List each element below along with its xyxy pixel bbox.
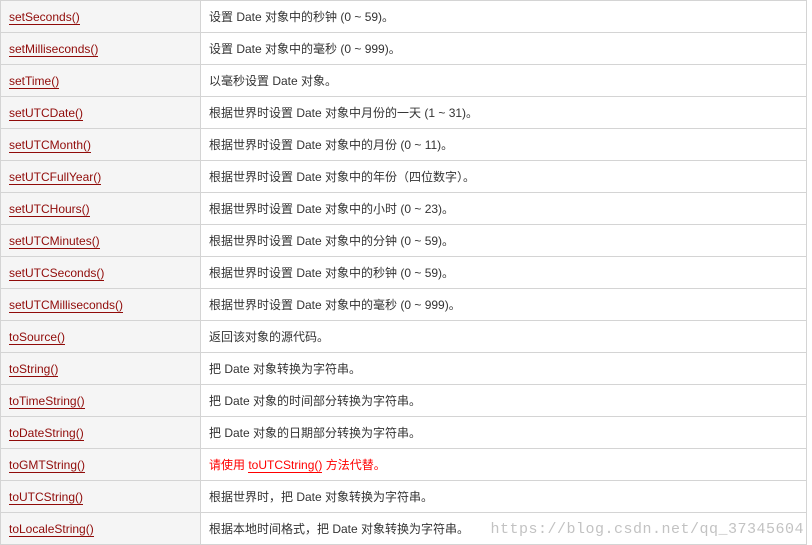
- method-link[interactable]: toString(): [9, 362, 58, 377]
- method-cell: toDateString(): [1, 417, 201, 449]
- description-text: 返回该对象的源代码。: [209, 330, 329, 344]
- description-cell: 以毫秒设置 Date 对象。: [201, 65, 807, 97]
- description-cell: 设置 Date 对象中的毫秒 (0 ~ 999)。: [201, 33, 807, 65]
- description-cell: 请使用 toUTCString() 方法代替。: [201, 449, 807, 481]
- description-text: 设置 Date 对象中的毫秒 (0 ~ 999)。: [209, 42, 401, 56]
- description-cell: 把 Date 对象转换为字符串。: [201, 353, 807, 385]
- table-row: toGMTString() 请使用 toUTCString() 方法代替。: [1, 449, 807, 481]
- description-cell: 根据世界时设置 Date 对象中的分钟 (0 ~ 59)。: [201, 225, 807, 257]
- method-cell: setTime(): [1, 65, 201, 97]
- method-cell: toGMTString(): [1, 449, 201, 481]
- table-row: toDateString() 把 Date 对象的日期部分转换为字符串。: [1, 417, 807, 449]
- method-link[interactable]: toTimeString(): [9, 394, 85, 409]
- method-link[interactable]: setUTCMinutes(): [9, 234, 100, 249]
- method-cell: setUTCMinutes(): [1, 225, 201, 257]
- deprecated-replacement-link[interactable]: toUTCString(): [248, 458, 322, 473]
- table-row: setUTCMonth() 根据世界时设置 Date 对象中的月份 (0 ~ 11…: [1, 129, 807, 161]
- method-link[interactable]: setTime(): [9, 74, 59, 89]
- table-row: toTimeString() 把 Date 对象的时间部分转换为字符串。: [1, 385, 807, 417]
- method-link[interactable]: toSource(): [9, 330, 65, 345]
- method-cell: toUTCString(): [1, 481, 201, 513]
- method-link[interactable]: toDateString(): [9, 426, 84, 441]
- description-text: 根据世界时，把 Date 对象转换为字符串。: [209, 490, 433, 504]
- description-cell: 根据世界时设置 Date 对象中的秒钟 (0 ~ 59)。: [201, 257, 807, 289]
- description-cell: 根据世界时设置 Date 对象中月份的一天 (1 ~ 31)。: [201, 97, 807, 129]
- description-text: 根据世界时设置 Date 对象中的毫秒 (0 ~ 999)。: [209, 298, 461, 312]
- method-cell: toLocaleString(): [1, 513, 201, 545]
- table-row: setUTCMilliseconds() 根据世界时设置 Date 对象中的毫秒 …: [1, 289, 807, 321]
- table-row: toSource() 返回该对象的源代码。: [1, 321, 807, 353]
- description-text: 根据本地时间格式，把 Date 对象转换为字符串。: [209, 522, 469, 536]
- table-row: setUTCSeconds() 根据世界时设置 Date 对象中的秒钟 (0 ~ …: [1, 257, 807, 289]
- description-text: 根据世界时设置 Date 对象中的小时 (0 ~ 23)。: [209, 202, 454, 216]
- method-cell: setUTCMonth(): [1, 129, 201, 161]
- table-row: toString() 把 Date 对象转换为字符串。: [1, 353, 807, 385]
- method-cell: setUTCSeconds(): [1, 257, 201, 289]
- table-row: setMilliseconds() 设置 Date 对象中的毫秒 (0 ~ 999…: [1, 33, 807, 65]
- description-text: 以毫秒设置 Date 对象。: [209, 74, 337, 88]
- description-text: 设置 Date 对象中的秒钟 (0 ~ 59)。: [209, 10, 394, 24]
- method-cell: toSource(): [1, 321, 201, 353]
- method-link[interactable]: setSeconds(): [9, 10, 80, 25]
- method-cell: toTimeString(): [1, 385, 201, 417]
- method-cell: setUTCDate(): [1, 97, 201, 129]
- method-cell: setUTCHours(): [1, 193, 201, 225]
- description-cell: 根据世界时设置 Date 对象中的年份（四位数字）。: [201, 161, 807, 193]
- method-link[interactable]: toGMTString(): [9, 458, 85, 473]
- method-link[interactable]: setUTCMonth(): [9, 138, 91, 153]
- description-cell: 根据本地时间格式，把 Date 对象转换为字符串。: [201, 513, 807, 545]
- table-row: toUTCString() 根据世界时，把 Date 对象转换为字符串。: [1, 481, 807, 513]
- description-cell: 根据世界时设置 Date 对象中的小时 (0 ~ 23)。: [201, 193, 807, 225]
- method-cell: setMilliseconds(): [1, 33, 201, 65]
- description-cell: 根据世界时，把 Date 对象转换为字符串。: [201, 481, 807, 513]
- table-row: setUTCMinutes() 根据世界时设置 Date 对象中的分钟 (0 ~ …: [1, 225, 807, 257]
- description-text: 根据世界时设置 Date 对象中的秒钟 (0 ~ 59)。: [209, 266, 454, 280]
- description-text: 根据世界时设置 Date 对象中的分钟 (0 ~ 59)。: [209, 234, 454, 248]
- method-link[interactable]: setUTCSeconds(): [9, 266, 104, 281]
- description-cell: 把 Date 对象的日期部分转换为字符串。: [201, 417, 807, 449]
- table-row: toLocaleString() 根据本地时间格式，把 Date 对象转换为字符串…: [1, 513, 807, 545]
- deprecated-note: 请使用 toUTCString() 方法代替。: [209, 458, 386, 473]
- method-cell: setUTCFullYear(): [1, 161, 201, 193]
- method-link[interactable]: setUTCHours(): [9, 202, 90, 217]
- description-text: 根据世界时设置 Date 对象中的年份（四位数字）。: [209, 170, 475, 184]
- table-row: setUTCHours() 根据世界时设置 Date 对象中的小时 (0 ~ 23…: [1, 193, 807, 225]
- method-link[interactable]: setUTCFullYear(): [9, 170, 101, 185]
- date-methods-table: setSeconds() 设置 Date 对象中的秒钟 (0 ~ 59)。 setM…: [0, 0, 807, 545]
- description-text: 把 Date 对象转换为字符串。: [209, 362, 361, 376]
- description-text: 把 Date 对象的时间部分转换为字符串。: [209, 394, 421, 408]
- description-cell: 根据世界时设置 Date 对象中的毫秒 (0 ~ 999)。: [201, 289, 807, 321]
- description-text: 根据世界时设置 Date 对象中月份的一天 (1 ~ 31)。: [209, 106, 478, 120]
- description-text: 根据世界时设置 Date 对象中的月份 (0 ~ 11)。: [209, 138, 453, 152]
- description-cell: 返回该对象的源代码。: [201, 321, 807, 353]
- method-link[interactable]: setUTCMilliseconds(): [9, 298, 123, 313]
- method-link[interactable]: setMilliseconds(): [9, 42, 98, 57]
- table-row: setUTCDate() 根据世界时设置 Date 对象中月份的一天 (1 ~ 3…: [1, 97, 807, 129]
- method-cell: setUTCMilliseconds(): [1, 289, 201, 321]
- table-row: setTime() 以毫秒设置 Date 对象。: [1, 65, 807, 97]
- method-link[interactable]: toUTCString(): [9, 490, 83, 505]
- description-cell: 把 Date 对象的时间部分转换为字符串。: [201, 385, 807, 417]
- description-cell: 设置 Date 对象中的秒钟 (0 ~ 59)。: [201, 1, 807, 33]
- method-cell: toString(): [1, 353, 201, 385]
- table-row: setUTCFullYear() 根据世界时设置 Date 对象中的年份（四位数字…: [1, 161, 807, 193]
- method-cell: setSeconds(): [1, 1, 201, 33]
- description-text: 把 Date 对象的日期部分转换为字符串。: [209, 426, 421, 440]
- method-link[interactable]: setUTCDate(): [9, 106, 83, 121]
- table-row: setSeconds() 设置 Date 对象中的秒钟 (0 ~ 59)。: [1, 1, 807, 33]
- description-cell: 根据世界时设置 Date 对象中的月份 (0 ~ 11)。: [201, 129, 807, 161]
- method-link[interactable]: toLocaleString(): [9, 522, 94, 537]
